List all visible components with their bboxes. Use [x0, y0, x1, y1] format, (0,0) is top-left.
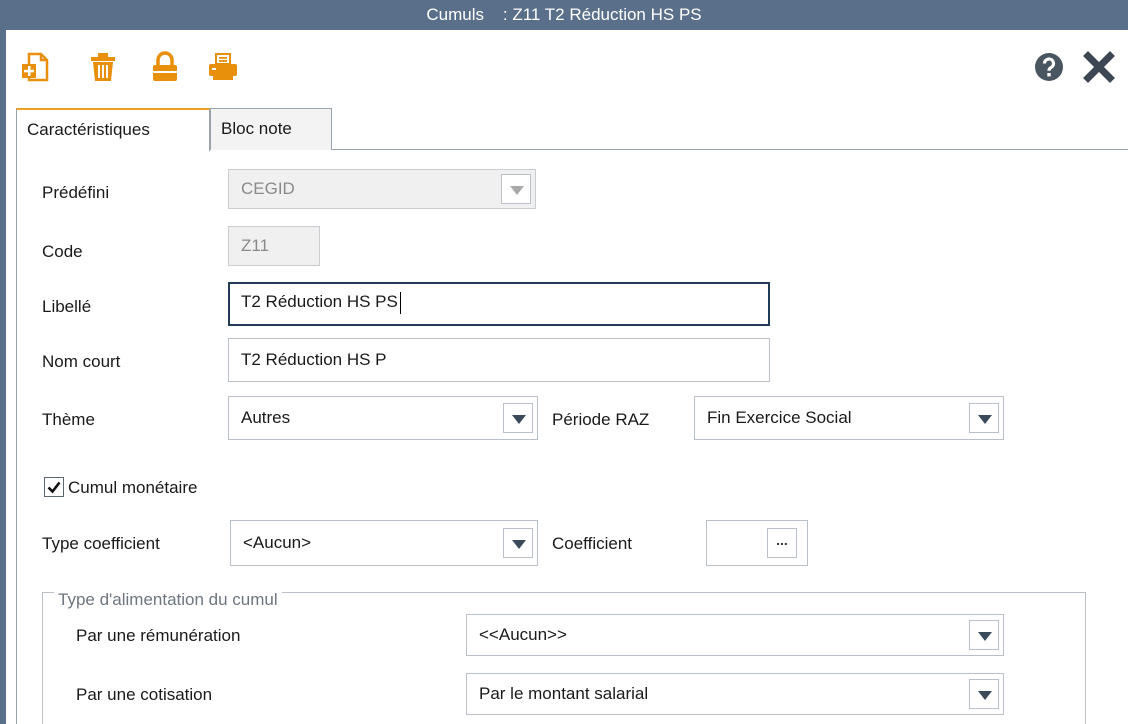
periode-raz-label: Période RAZ [552, 410, 650, 429]
window-frame-left [0, 30, 6, 724]
type-coefficient-label: Type coefficient [42, 534, 160, 553]
predefini-select[interactable]: CEGID [228, 169, 536, 209]
new-document-icon [22, 52, 49, 82]
theme-select[interactable]: Autres [228, 396, 538, 440]
close-button[interactable] [1082, 50, 1116, 84]
tab-caracteristiques[interactable]: Caractéristiques [16, 108, 210, 151]
close-icon [1083, 51, 1115, 83]
coefficient-input[interactable]: ... [706, 520, 808, 566]
cotisation-value: Par le montant salarial [479, 684, 649, 703]
code-label: Code [42, 242, 83, 261]
coefficient-label: Coefficient [552, 534, 633, 553]
libelle-value: T2 Réduction HS PS [241, 292, 398, 311]
lock-icon [153, 51, 177, 81]
type-coefficient-select[interactable]: <Aucun> [230, 520, 538, 566]
tab-bar: Caractéristiques Bloc note [16, 108, 1128, 151]
tab-caracteristiques-label: Caractéristiques [27, 120, 150, 139]
predefini-value: CEGID [241, 179, 295, 198]
help-icon [1035, 53, 1063, 81]
trash-icon [91, 53, 115, 81]
remuneration-value: <<Aucun>> [479, 625, 567, 644]
lock-button[interactable] [148, 50, 182, 84]
tab-bloc-note-label: Bloc note [221, 119, 292, 138]
nom-court-label: Nom court [42, 352, 121, 371]
nom-court-value: T2 Réduction HS P [241, 350, 387, 369]
periode-raz-select[interactable]: Fin Exercice Social [694, 396, 1004, 440]
libelle-input[interactable]: T2 Réduction HS PS [228, 282, 770, 326]
new-document-button[interactable] [20, 50, 54, 84]
window-title-bar: Cumuls : Z11 T2 Réduction HS PS [0, 0, 1128, 30]
cotisation-dropdown-button[interactable] [969, 679, 999, 709]
cotisation-select[interactable]: Par le montant salarial [466, 673, 1004, 715]
predefini-label: Prédéfini [42, 183, 110, 202]
type-coefficient-value: <Aucun> [243, 533, 312, 552]
tab-bloc-note[interactable]: Bloc note [210, 108, 332, 150]
cumul-monetaire-label: Cumul monétaire [68, 478, 198, 497]
periode-raz-value: Fin Exercice Social [707, 408, 852, 427]
text-caret [399, 291, 401, 314]
theme-dropdown-button[interactable] [503, 403, 533, 433]
code-value: Z11 [241, 236, 270, 255]
coefficient-lookup-button[interactable]: ... [767, 528, 797, 558]
theme-label: Thème [42, 410, 95, 429]
remuneration-dropdown-button[interactable] [969, 620, 999, 650]
alimentation-legend: Type d'alimentation du cumul [54, 590, 282, 610]
toolbar [6, 30, 1128, 102]
libelle-label: Libellé [42, 297, 92, 316]
delete-button[interactable] [86, 50, 120, 84]
checkmark-icon [47, 481, 61, 494]
print-button[interactable] [206, 50, 240, 84]
help-button[interactable] [1032, 50, 1066, 84]
theme-value: Autres [241, 408, 291, 427]
ellipsis-label: ... [776, 532, 788, 548]
type-coefficient-dropdown-button[interactable] [503, 528, 533, 558]
print-icon [209, 53, 237, 80]
remuneration-select[interactable]: <<Aucun>> [466, 614, 1004, 656]
code-field[interactable]: Z11 [228, 226, 320, 266]
window-title: Cumuls : Z11 T2 Réduction HS PS [426, 5, 702, 24]
periode-raz-dropdown-button[interactable] [969, 403, 999, 433]
remuneration-label: Par une rémunération [76, 626, 241, 645]
cumul-monetaire-checkbox[interactable] [44, 477, 64, 497]
predefini-dropdown-button[interactable] [501, 174, 531, 204]
cotisation-label: Par une cotisation [76, 685, 213, 704]
nom-court-input[interactable]: T2 Réduction HS P [228, 338, 770, 382]
